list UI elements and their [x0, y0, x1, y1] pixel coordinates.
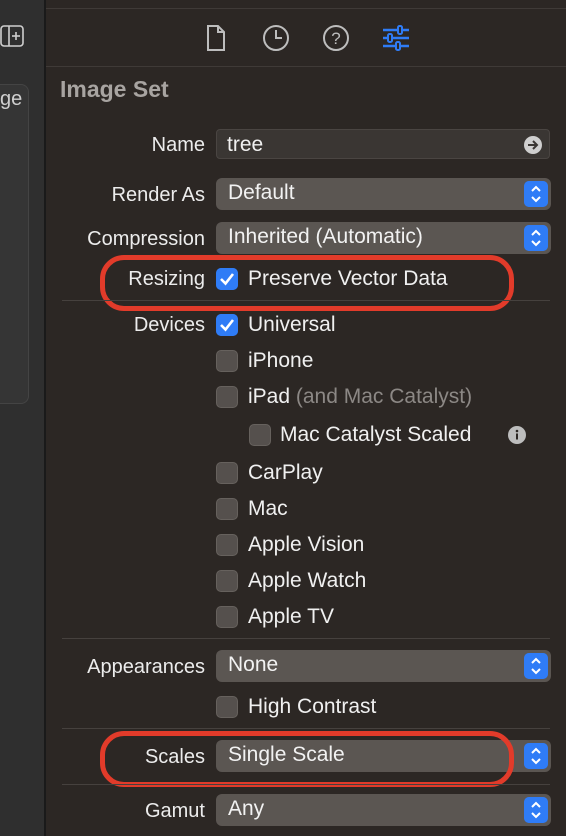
compression-label: Compression	[87, 228, 205, 250]
arrow-right-circle-icon[interactable]	[523, 135, 543, 155]
device-label-ipad[interactable]: iPad (and Mac Catalyst)	[248, 385, 472, 409]
devices-label: Devices	[133, 314, 205, 336]
device-checkbox-mac[interactable]	[216, 498, 238, 520]
device-checkbox-carplay[interactable]	[216, 462, 238, 484]
render-as-value: Default	[228, 181, 295, 204]
device-checkbox-iphone[interactable]	[216, 350, 238, 372]
name-label: Name	[151, 134, 205, 156]
scales-highlight	[100, 731, 514, 787]
separator	[62, 728, 550, 729]
history-icon[interactable]	[260, 22, 292, 54]
inspector-tabbar: ?	[46, 14, 566, 62]
appearances-value: None	[228, 653, 279, 676]
device-checkbox-apple-vision[interactable]	[216, 534, 238, 556]
device-label-ipad-text: iPad	[248, 385, 291, 408]
device-label-apple-vision[interactable]: Apple Vision	[248, 533, 364, 557]
appearances-label: Appearances	[87, 656, 205, 678]
device-label-apple-tv[interactable]: Apple TV	[248, 605, 334, 629]
attributes-inspector-icon[interactable]	[380, 22, 412, 54]
chevron-updown-icon	[524, 225, 548, 251]
name-value: tree	[227, 133, 264, 156]
gamut-label: Gamut	[144, 800, 205, 822]
device-note-ipad: (and Mac Catalyst)	[295, 385, 473, 408]
section-title: Image Set	[60, 76, 169, 102]
high-contrast-label[interactable]: High Contrast	[248, 695, 376, 719]
device-checkbox-apple-watch[interactable]	[216, 570, 238, 592]
device-label-universal[interactable]: Universal	[248, 313, 336, 337]
svg-text:?: ?	[331, 29, 340, 48]
separator	[62, 784, 550, 785]
render-as-label: Render As	[111, 184, 205, 206]
add-panel-icon[interactable]	[0, 24, 24, 48]
device-label-mac[interactable]: Mac	[248, 497, 288, 521]
chevron-updown-icon	[524, 797, 548, 823]
device-checkbox-apple-tv[interactable]	[216, 606, 238, 628]
attributes-inspector: ? Image Set Name tree Render As Default …	[46, 0, 566, 836]
gamut-value: Any	[228, 797, 265, 820]
separator	[62, 638, 550, 639]
chevron-updown-icon	[524, 181, 548, 207]
separator	[62, 300, 550, 301]
device-checkbox-universal[interactable]	[216, 314, 238, 336]
navigator-pane: ge	[0, 0, 44, 836]
appearances-popup[interactable]: None	[216, 650, 551, 682]
device-checkbox-ipad[interactable]	[216, 386, 238, 408]
name-field[interactable]: tree	[216, 129, 550, 159]
top-divider	[46, 8, 566, 9]
compression-value: Inherited (Automatic)	[228, 225, 423, 248]
info-icon[interactable]	[508, 426, 526, 444]
gamut-popup[interactable]: Any	[216, 794, 551, 826]
chevron-updown-icon	[524, 653, 548, 679]
device-label-mac-catalyst-scaled[interactable]: Mac Catalyst Scaled	[280, 423, 471, 447]
resizing-highlight	[100, 255, 514, 311]
file-icon[interactable]	[200, 22, 232, 54]
asset-card-text: ge	[0, 88, 23, 110]
device-label-apple-watch[interactable]: Apple Watch	[248, 569, 366, 593]
help-icon[interactable]: ?	[320, 22, 352, 54]
asset-card[interactable]	[0, 84, 29, 404]
device-label-iphone[interactable]: iPhone	[248, 349, 313, 373]
device-checkbox-mac-catalyst-scaled[interactable]	[249, 424, 271, 446]
chevron-updown-icon	[524, 743, 548, 769]
compression-popup[interactable]: Inherited (Automatic)	[216, 222, 551, 254]
render-as-popup[interactable]: Default	[216, 178, 551, 210]
tabbar-divider	[46, 66, 566, 67]
high-contrast-checkbox[interactable]	[216, 696, 238, 718]
device-label-carplay[interactable]: CarPlay	[248, 461, 323, 485]
